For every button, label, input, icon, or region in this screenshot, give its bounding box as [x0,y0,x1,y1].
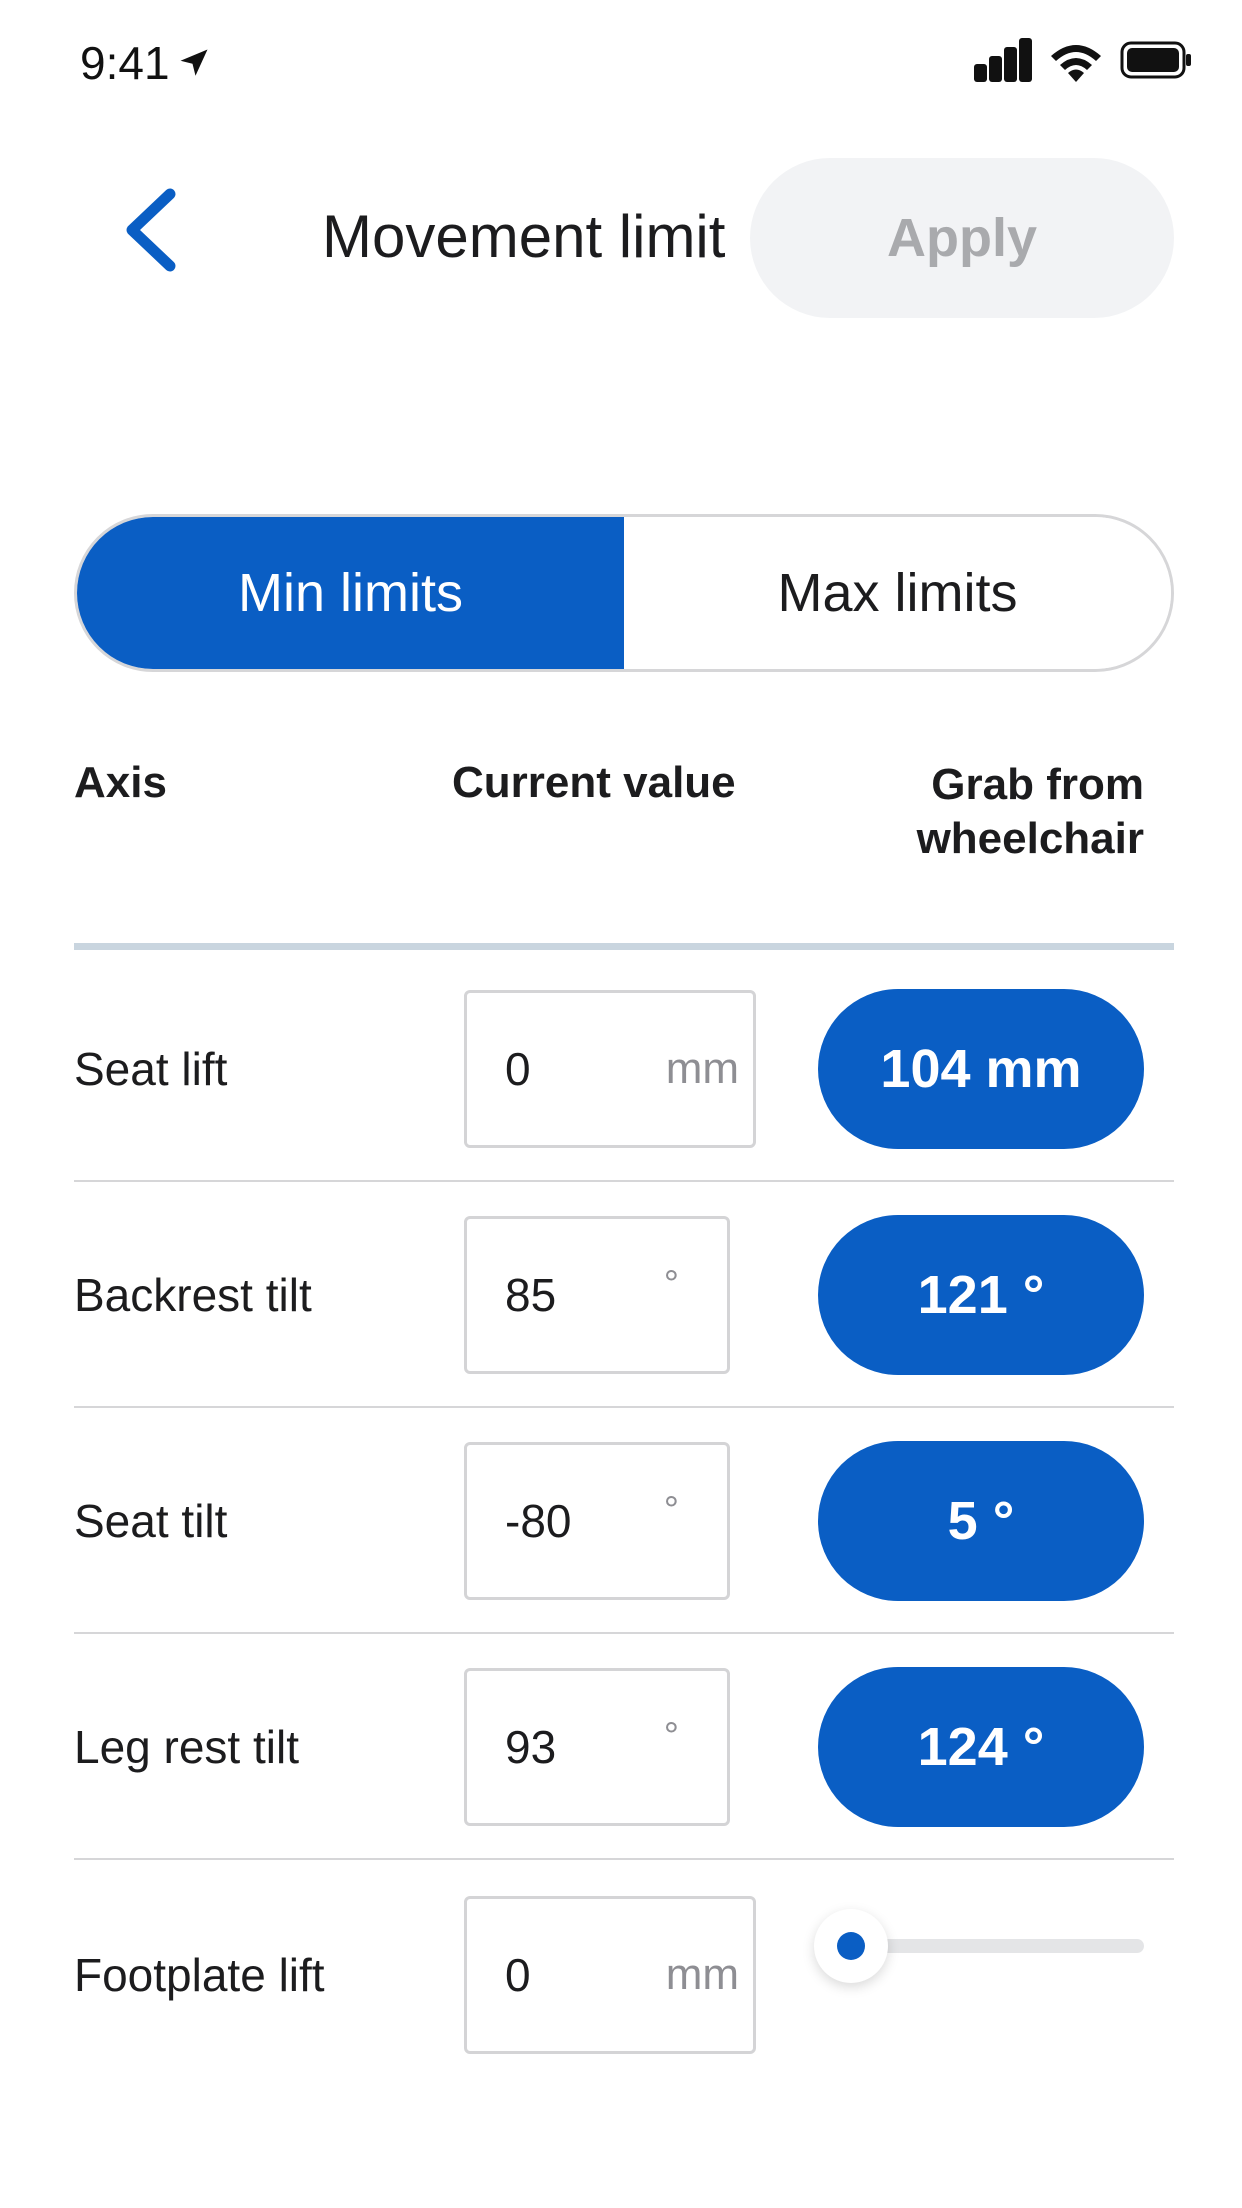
axis-label: Leg rest tilt [74,1721,299,1773]
column-header-grab-line1: Grab from [931,760,1144,809]
table-row-seat-lift: Seat lift 0 mm 104 mm [74,956,1174,1182]
back-button[interactable] [110,180,190,280]
slider-track [846,1939,1144,1953]
value-text: 85 [505,1269,557,1321]
tab-min-limits[interactable]: Min limits [77,517,624,669]
location-arrow-icon [180,49,208,76]
column-header-grab-line2: wheelchair [916,814,1144,863]
seat-tilt-value-input[interactable]: -80 ° [464,1442,730,1600]
unit-text: mm [665,1950,739,1999]
battery-icon [1120,41,1191,79]
axis-label: Seat tilt [74,1495,228,1547]
unit-text: ° [663,1263,679,1306]
row-divider [74,1858,1174,1860]
status-icons [974,38,1192,82]
grab-leg-rest-tilt-button[interactable]: 124 ° [818,1667,1144,1827]
grab-seat-tilt-button[interactable]: 5 ° [818,1441,1144,1601]
table-row-backrest-tilt: Backrest tilt 85 ° 121 ° [74,1182,1174,1408]
grab-seat-lift-button[interactable]: 104 mm [818,989,1144,1149]
footplate-lift-slider[interactable] [814,1905,1144,1985]
value-text: 93 [505,1721,557,1773]
unit-text: mm [665,1044,739,1093]
footplate-lift-value-input[interactable]: 0 mm [464,1896,756,2054]
tab-max-limits[interactable]: Max limits [624,517,1171,669]
value-text: 0 [505,1043,531,1095]
column-header-axis: Axis [74,758,167,807]
chevron-left-icon [126,188,176,272]
status-time: 9:41 [80,36,212,90]
slider-dot [837,1932,865,1960]
seat-lift-value-input[interactable]: 0 mm [464,990,756,1148]
table-row-footplate-lift: Footplate lift 0 mm [74,1862,1174,2088]
status-time-label: 9:41 [80,37,170,89]
limits-segmented-control: Min limits Max limits [74,514,1174,672]
value-text: -80 [505,1495,572,1547]
table-row-seat-tilt: Seat tilt -80 ° 5 ° [74,1408,1174,1634]
grab-backrest-tilt-button[interactable]: 121 ° [818,1215,1144,1375]
slider-thumb[interactable] [814,1909,888,1983]
leg-rest-tilt-value-input[interactable]: 93 ° [464,1668,730,1826]
cellular-signal-icon [974,38,1032,82]
axis-label: Footplate lift [74,1949,325,2001]
apply-button[interactable]: Apply [750,158,1174,318]
wifi-icon [1051,45,1101,82]
backrest-tilt-value-input[interactable]: 85 ° [464,1216,730,1374]
page-title: Movement limit [322,203,726,270]
unit-text: ° [663,1715,679,1758]
value-text: 0 [505,1949,531,2001]
table-row-leg-rest-tilt: Leg rest tilt 93 ° 124 ° [74,1634,1174,1860]
axis-label: Seat lift [74,1043,228,1095]
column-header-current-value: Current value [452,758,736,807]
column-header-grab: Grab from wheelchair [844,758,1144,866]
axis-label: Backrest tilt [74,1269,312,1321]
unit-text: ° [663,1489,679,1532]
header-divider [74,943,1174,950]
